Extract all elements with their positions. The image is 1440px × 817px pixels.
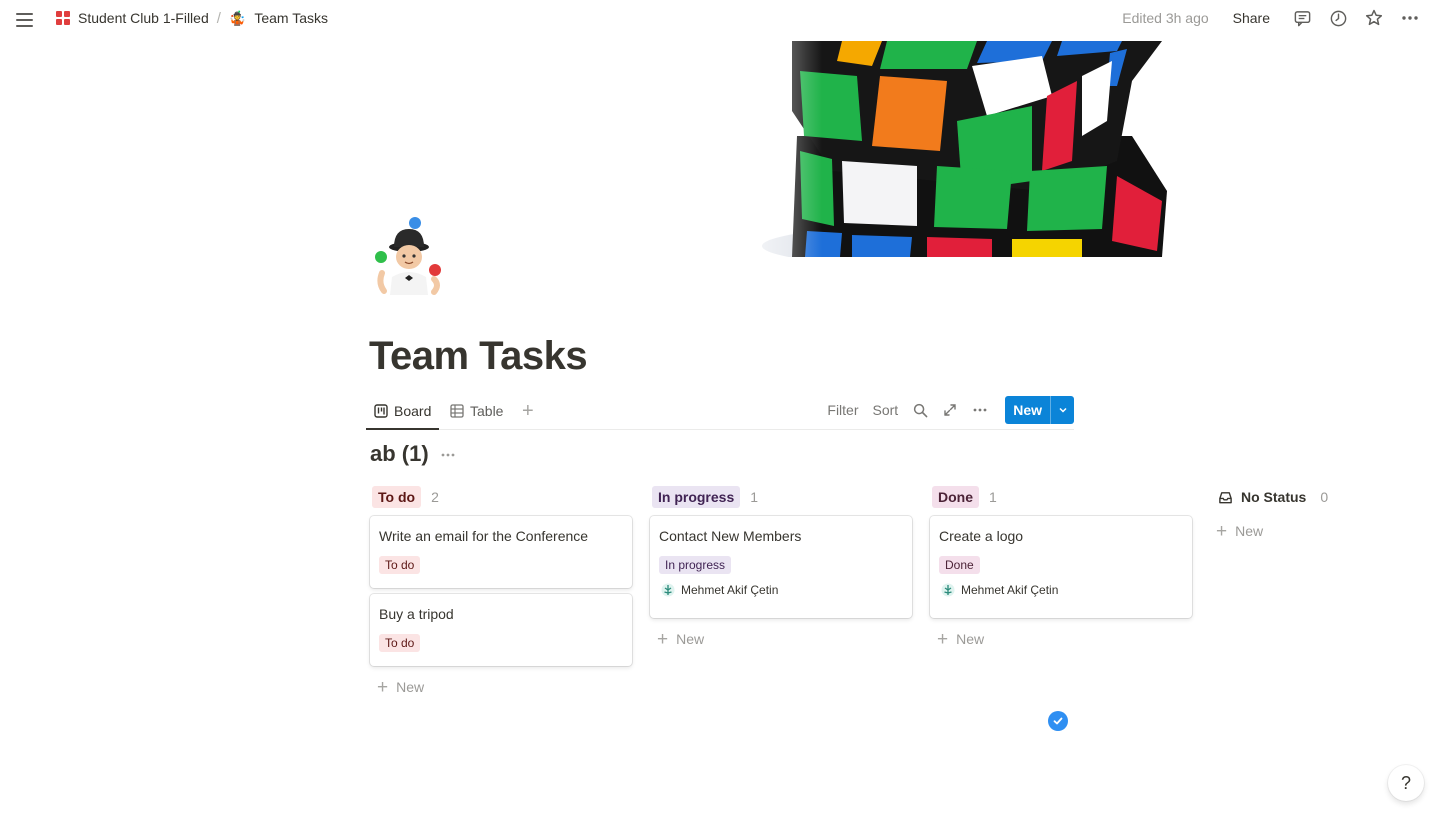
plus-icon: +: [937, 628, 949, 650]
workspace-grid-icon: [56, 11, 70, 25]
top-bar: Student Club 1-Filled / 🤹 Team Tasks Edi…: [0, 0, 1440, 40]
add-card-label: New: [1235, 523, 1264, 539]
board-column-in-progress: In progress 1 Contact New Members In pro…: [650, 484, 912, 654]
inbox-icon: [1219, 491, 1232, 503]
card-title: Buy a tripod: [379, 606, 454, 622]
status-pill: To do: [372, 486, 422, 508]
column-count: 2: [431, 489, 439, 505]
view-tabs-bar: Board Table + Filter Sort New: [366, 393, 1074, 430]
filter-button[interactable]: Filter: [820, 402, 865, 418]
breadcrumb: Student Club 1-Filled / 🤹 Team Tasks: [50, 0, 334, 36]
add-card-button[interactable]: + New: [650, 624, 912, 654]
column-count: 1: [989, 489, 997, 505]
help-button[interactable]: ?: [1388, 765, 1424, 801]
add-card-label: New: [676, 631, 705, 647]
assignee-name: Mehmet Akif Çetin: [681, 583, 779, 597]
new-button-group: New: [1005, 396, 1074, 424]
assignee-name: Mehmet Akif Çetin: [961, 583, 1059, 597]
status-label: No Status: [1241, 489, 1307, 505]
avatar: [941, 583, 955, 597]
status-pill: In progress: [652, 486, 741, 508]
board-column-no-status: No Status 0 + New: [1216, 484, 1356, 546]
more-icon[interactable]: [1394, 4, 1426, 32]
top-actions: Edited 3h ago Share: [1122, 0, 1426, 36]
plus-icon: +: [1216, 520, 1228, 542]
breadcrumb-workspace[interactable]: Student Club 1-Filled: [50, 8, 215, 28]
edited-status: Edited 3h ago: [1122, 10, 1209, 26]
sort-button[interactable]: Sort: [866, 402, 906, 418]
board-card[interactable]: Contact New Members In progress Mehmet A…: [650, 516, 912, 618]
breadcrumb-workspace-label: Student Club 1-Filled: [78, 10, 209, 26]
avatar: [661, 583, 675, 597]
breadcrumb-page-label: Team Tasks: [254, 10, 329, 26]
add-view-plus-icon[interactable]: +: [514, 393, 542, 429]
tab-board-label: Board: [394, 402, 432, 419]
table-icon: [450, 404, 464, 418]
add-card-label: New: [396, 679, 425, 695]
new-dropdown-chevron-icon[interactable]: [1050, 396, 1074, 424]
tab-board[interactable]: Board: [366, 393, 440, 430]
status-badge: To do: [379, 556, 421, 574]
board-column-done: Done 1 Create a logo Done Mehmet Akif Çe…: [930, 484, 1192, 654]
board-card[interactable]: Create a logo Done Mehmet Akif Çetin: [930, 516, 1192, 618]
new-button[interactable]: New: [1005, 396, 1050, 424]
favorite-star-icon[interactable]: [1358, 4, 1390, 32]
add-card-label: New: [956, 631, 985, 647]
column-count: 0: [1320, 489, 1329, 505]
column-header[interactable]: No Status 0: [1216, 484, 1356, 510]
group-more-icon[interactable]: [437, 444, 459, 466]
share-button[interactable]: Share: [1225, 6, 1278, 30]
juggler-emoji-icon[interactable]: [370, 215, 448, 295]
comments-icon[interactable]: [1286, 4, 1318, 32]
assignee: Mehmet Akif Çetin: [939, 583, 1183, 597]
view-toolbar: Filter Sort New: [820, 395, 1074, 425]
check-icon: [1048, 711, 1068, 731]
plus-icon: +: [657, 628, 669, 650]
card-title: Contact New Members: [659, 528, 802, 544]
page-title[interactable]: Team Tasks: [369, 334, 588, 379]
breadcrumb-page[interactable]: 🤹 Team Tasks: [223, 8, 334, 28]
board-icon: [374, 403, 388, 418]
group-title[interactable]: ab (1): [370, 441, 429, 467]
assignee: Mehmet Akif Çetin: [659, 583, 903, 597]
column-header[interactable]: To do 2: [370, 484, 632, 510]
tab-table-label: Table: [470, 403, 504, 419]
status-badge: To do: [379, 634, 421, 652]
search-icon[interactable]: [905, 396, 935, 424]
board-card[interactable]: Write an email for the Conference To do: [370, 516, 632, 588]
card-title: Create a logo: [939, 528, 1024, 544]
expand-icon[interactable]: [935, 396, 965, 424]
add-card-button[interactable]: + New: [930, 624, 1192, 654]
history-icon[interactable]: [1322, 4, 1354, 32]
add-card-button[interactable]: + New: [370, 672, 632, 702]
column-header[interactable]: In progress 1: [650, 484, 912, 510]
column-count: 1: [750, 489, 759, 505]
plus-icon: +: [377, 676, 389, 698]
view-more-icon[interactable]: [965, 396, 995, 424]
card-title: Write an email for the Conference: [379, 528, 589, 544]
board-card[interactable]: Buy a tripod To do: [370, 594, 632, 666]
juggler-icon: 🤹: [228, 10, 247, 26]
breadcrumb-separator: /: [216, 9, 221, 27]
status-badge: Done: [939, 556, 980, 574]
tab-table[interactable]: Table: [442, 393, 511, 429]
add-card-button[interactable]: + New: [1216, 516, 1356, 546]
status-pill: Done: [932, 486, 979, 508]
status-badge: In progress: [659, 556, 732, 574]
rubiks-cube-cover: [712, 41, 1182, 257]
sidebar-menu-icon[interactable]: [14, 9, 36, 31]
board-column-todo: To do 2 Write an email for the Conferenc…: [370, 484, 632, 702]
column-header[interactable]: Done 1: [930, 484, 1192, 510]
